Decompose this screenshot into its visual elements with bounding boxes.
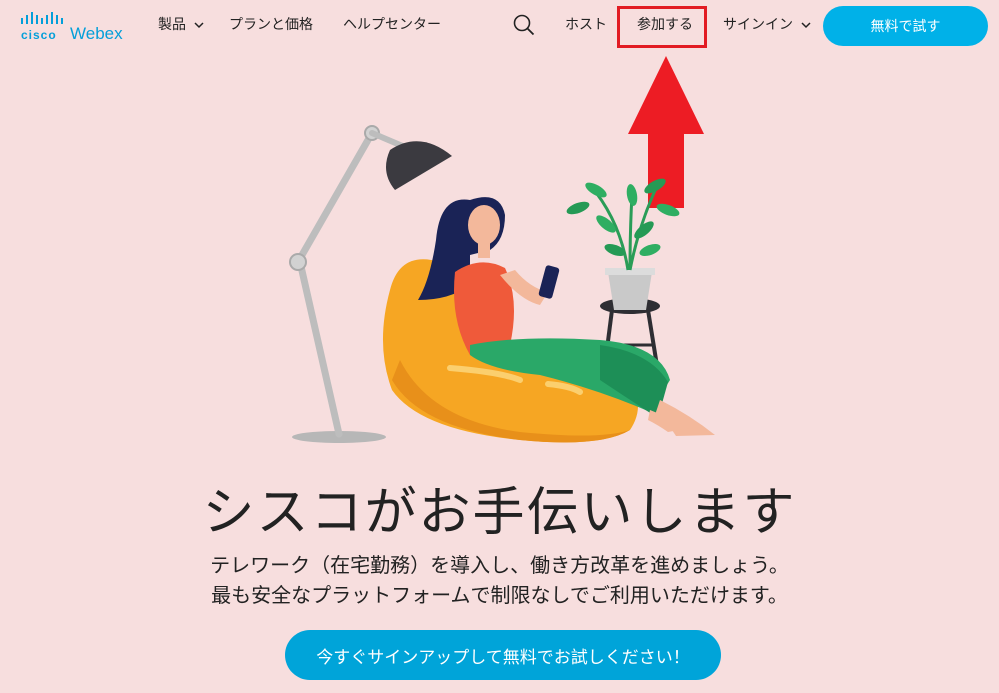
hero-subtitle-line1: テレワーク（在宅勤務）を導入し、働き方改革を進めましょう。 [210,553,789,577]
signup-cta-button[interactable]: 今すぐサインアップして無料でお試しください！ [285,630,721,680]
nav-products[interactable]: 製品 [158,14,204,34]
webex-wordmark: Webex [70,24,123,43]
chevron-down-icon [194,21,204,28]
nav-signin-label: サインイン [723,17,793,33]
hero-illustration [289,125,715,443]
top-nav: cisco Webex 製品 プランと価格 ヘルプセンター ホスト 参加する サ… [0,0,999,52]
nav-join[interactable]: 参加する [637,14,693,34]
search-icon[interactable] [513,14,535,36]
nav-pricing[interactable]: プランと価格 [229,14,313,34]
chevron-down-icon [801,21,811,28]
nav-products-label: 製品 [158,17,186,33]
free-trial-button[interactable]: 無料で試す [823,6,988,46]
hero-subtitle-line2: 最も安全なプラットフォームで制限なしでご利用いただけます。 [211,583,788,607]
nav-host[interactable]: ホスト [565,14,607,34]
nav-help-center[interactable]: ヘルプセンター [343,14,441,34]
hero-headline: シスコがお手伝いします [202,483,797,543]
cisco-webex-logo[interactable]: cisco Webex [18,12,123,43]
cisco-bars-icon [21,12,63,24]
nav-signin[interactable]: サインイン [723,14,811,34]
cisco-wordmark: cisco [21,28,57,42]
